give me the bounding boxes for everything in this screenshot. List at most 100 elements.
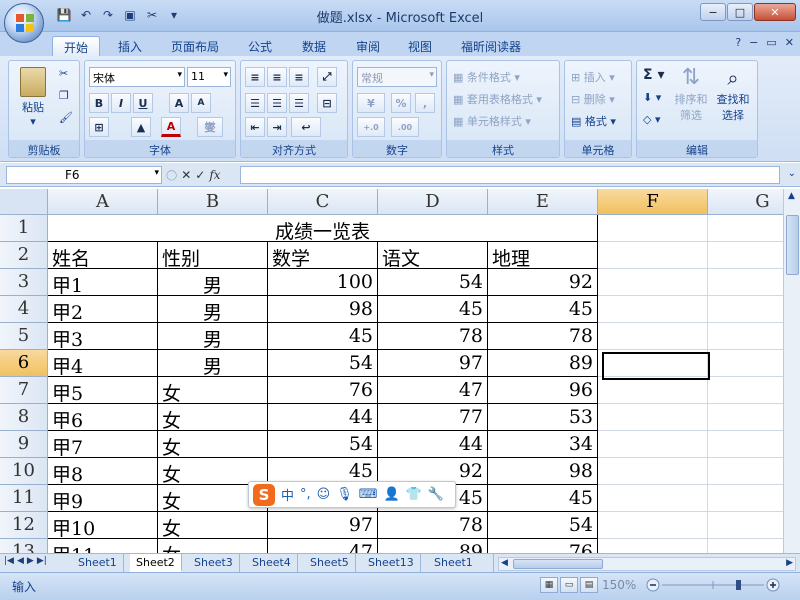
sheet-tab[interactable]: Sheet13 [362, 554, 421, 572]
scroll-up-icon[interactable]: ▲ [788, 191, 795, 201]
cell[interactable] [598, 539, 708, 553]
header-cell[interactable]: 性别 [158, 242, 268, 270]
table-cell[interactable]: 甲8 [48, 458, 158, 486]
conditional-format-button[interactable]: ▦ 条件格式 ▾ [453, 69, 520, 85]
table-cell[interactable]: 男 [158, 323, 268, 351]
table-cell[interactable]: 78 [488, 323, 598, 350]
table-cell[interactable]: 78 [378, 323, 488, 350]
format-painter-icon[interactable]: 🖌 [59, 111, 73, 124]
sheet-tab[interactable]: Sheet3 [188, 554, 240, 572]
row-header[interactable]: 12 [0, 512, 48, 539]
table-cell[interactable]: 54 [488, 512, 598, 539]
copy-icon[interactable]: ❐ [59, 89, 69, 102]
table-cell[interactable]: 98 [268, 296, 378, 323]
font-size-combo[interactable]: 11 ▾ [187, 67, 231, 87]
increase-indent-icon[interactable]: ⇥ [267, 117, 287, 137]
tab-insert[interactable]: 插入 [108, 36, 152, 56]
close-workbook-icon[interactable]: ✕ [785, 36, 794, 49]
column-header-c[interactable]: C [268, 189, 378, 215]
table-cell[interactable]: 甲2 [48, 296, 158, 324]
table-cell[interactable]: 34 [488, 431, 598, 458]
restore-workbook-icon[interactable]: ▭ [766, 36, 776, 49]
expand-icon[interactable]: ◯ [166, 170, 177, 181]
vertical-scroll-thumb[interactable] [786, 215, 799, 275]
tab-home[interactable]: 开始 [52, 36, 100, 56]
insert-function-button[interactable]: fx [209, 168, 220, 182]
table-cell[interactable]: 甲1 [48, 269, 158, 297]
column-header-f[interactable]: F [598, 189, 708, 215]
table-cell[interactable]: 男 [158, 296, 268, 324]
help-icon[interactable]: ? [735, 36, 741, 49]
table-cell[interactable]: 97 [268, 512, 378, 539]
sheet-tab[interactable]: Sheet5 [304, 554, 356, 572]
cell[interactable] [598, 512, 708, 539]
autosum-button[interactable]: Σ ▾ [643, 67, 664, 83]
sheet-tab-active[interactable]: Sheet2 [130, 554, 182, 572]
table-cell[interactable]: 89 [378, 539, 488, 553]
sort-filter-button[interactable]: ⇅ 排序和 筛选 [671, 65, 711, 123]
table-cell[interactable]: 45 [488, 296, 598, 323]
expand-formula-bar-icon[interactable]: ⌄ [788, 168, 796, 179]
delete-cells-button[interactable]: ⊟ 删除 ▾ [571, 91, 615, 107]
header-cell[interactable]: 姓名 [48, 242, 158, 270]
italic-button[interactable]: I [111, 93, 131, 113]
tab-foxit-reader[interactable]: 福昕阅读器 [454, 36, 528, 56]
align-center-icon[interactable]: ☰ [267, 93, 287, 113]
horizontal-scroll-thumb[interactable] [513, 559, 603, 569]
row-header[interactable]: 9 [0, 431, 48, 458]
table-cell[interactable]: 女 [158, 431, 268, 459]
column-header-e[interactable]: E [488, 189, 598, 215]
phonetic-button[interactable]: 燮 [197, 117, 223, 137]
tab-formulas[interactable]: 公式 [240, 36, 280, 56]
row-header[interactable]: 4 [0, 296, 48, 323]
font-name-combo[interactable]: 宋体 ▾ [89, 67, 185, 87]
align-top-icon[interactable]: ≡ [245, 67, 265, 87]
office-button[interactable] [4, 3, 44, 43]
table-cell[interactable]: 甲7 [48, 431, 158, 459]
grow-font-button[interactable]: A [169, 93, 189, 113]
table-cell[interactable]: 甲10 [48, 512, 158, 540]
table-cell[interactable]: 甲9 [48, 485, 158, 513]
header-cell[interactable]: 地理 [488, 242, 598, 270]
maximize-button[interactable]: □ [727, 3, 753, 21]
comma-button[interactable]: , [415, 93, 435, 113]
table-cell[interactable]: 45 [268, 323, 378, 350]
paste-button[interactable]: 粘贴 ▾ [13, 67, 53, 128]
page-layout-view-icon[interactable]: ▭ [560, 577, 578, 593]
decrease-indent-icon[interactable]: ⇤ [245, 117, 265, 137]
last-sheet-icon[interactable]: ▶| [37, 556, 47, 566]
row-header[interactable]: 10 [0, 458, 48, 485]
page-break-view-icon[interactable]: ▤ [580, 577, 598, 593]
table-cell[interactable]: 甲6 [48, 404, 158, 432]
table-cell[interactable]: 92 [488, 269, 598, 296]
tab-page-layout[interactable]: 页面布局 [164, 36, 226, 56]
cell[interactable] [598, 242, 708, 269]
table-cell[interactable]: 100 [268, 269, 378, 296]
number-format-combo[interactable]: 常规 ▾ [357, 67, 437, 87]
emoji-icon[interactable]: ☺ [317, 487, 331, 502]
vertical-scrollbar[interactable]: ▲ [783, 189, 800, 553]
skin-icon[interactable]: 👕 [406, 487, 422, 502]
normal-view-icon[interactable]: ▦ [540, 577, 558, 593]
cancel-button[interactable]: ✕ [181, 168, 191, 182]
zoom-level[interactable]: 150% [602, 578, 636, 592]
shrink-font-button[interactable]: A [191, 93, 211, 113]
wrap-text-icon[interactable]: ↩ [291, 117, 321, 137]
find-select-button[interactable]: ⌕ 查找和 选择 [713, 65, 753, 123]
table-cell[interactable]: 44 [268, 404, 378, 431]
table-cell[interactable]: 54 [378, 269, 488, 296]
close-button[interactable]: ✕ [754, 3, 796, 21]
cell[interactable] [598, 269, 708, 296]
row-header[interactable]: 2 [0, 242, 48, 269]
cell[interactable] [598, 458, 708, 485]
next-sheet-icon[interactable]: ▶ [27, 556, 34, 566]
clear-icon[interactable]: ◇ ▾ [643, 113, 660, 126]
row-header[interactable]: 6 [0, 350, 48, 377]
table-cell[interactable]: 女 [158, 512, 268, 540]
cell[interactable] [598, 404, 708, 431]
microphone-icon[interactable]: 🎙 [336, 487, 353, 502]
table-cell[interactable]: 98 [488, 458, 598, 485]
header-cell[interactable]: 语文 [378, 242, 488, 270]
table-cell[interactable]: 53 [488, 404, 598, 431]
table-cell[interactable]: 女 [158, 377, 268, 405]
